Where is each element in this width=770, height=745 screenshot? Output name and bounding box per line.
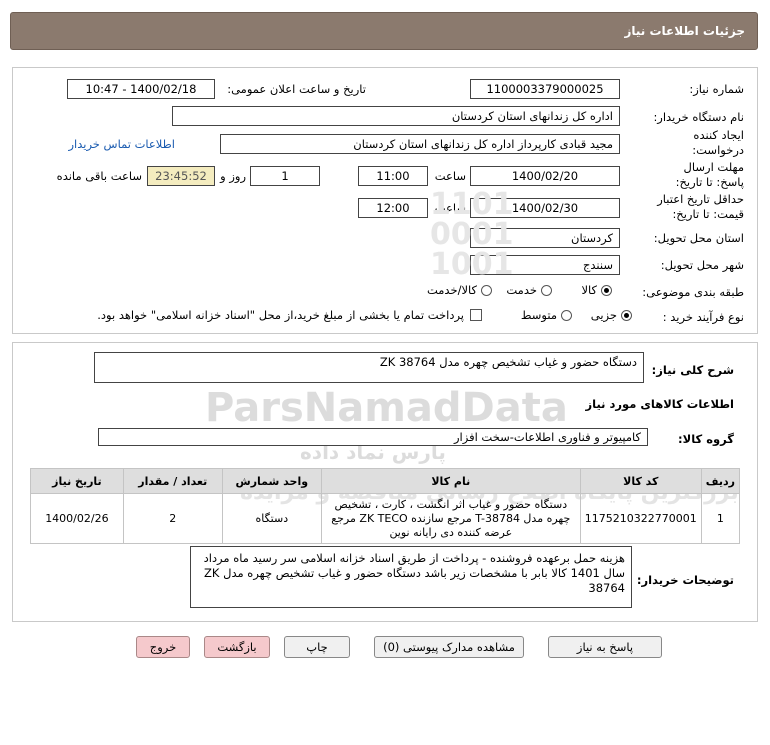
category-option-service: خدمت — [506, 283, 537, 297]
price-validity-label: حداقل تاریخ اعتبار قیمت: تا تاریخ: — [657, 192, 744, 221]
print-button[interactable]: چاپ — [284, 636, 350, 658]
category-radio-service[interactable] — [541, 285, 552, 296]
table-header-row: ردیف کد کالا نام کالا واحد شمارش تعداد /… — [30, 468, 741, 494]
goods-group-label: گروه کالا: — [678, 432, 734, 446]
col-unit-header: واحد شمارش — [221, 468, 322, 494]
treasury-payment-checkbox[interactable] — [470, 309, 482, 321]
price-validity-time-field: 12:00 — [358, 198, 428, 218]
deadline-time-field: 11:00 — [358, 166, 428, 186]
days-label: روز و — [220, 169, 246, 183]
buyer-notes-field: هزینه حمل برعهده فروشنده - پرداخت از طری… — [190, 546, 632, 608]
price-validity-date-field: 1400/02/30 — [470, 198, 620, 218]
page-header: جزئیات اطلاعات نیاز — [10, 12, 758, 50]
buyer-org-field: اداره کل زندانهای استان کردستان — [172, 106, 620, 126]
deadline-label: مهلت ارسال پاسخ: تا تاریخ: — [675, 160, 744, 189]
back-button[interactable]: بازگشت — [204, 636, 270, 658]
reply-button[interactable]: پاسخ به نیاز — [548, 636, 662, 658]
creator-field: مجید قبادی کارپرداز اداره کل زندانهای اس… — [220, 134, 620, 154]
exit-button[interactable]: خروج — [136, 636, 190, 658]
remaining-time-field: 23:45:52 — [147, 166, 215, 186]
summary-field: دستگاه حضور و غیاب تشخیص چهره مدل ZK 387… — [94, 352, 644, 383]
delivery-city-field: سنندج — [470, 255, 620, 275]
purchase-option-minor: جزیی — [590, 308, 617, 322]
category-radio-goods[interactable] — [601, 285, 612, 296]
row-unit: دستگاه — [221, 493, 322, 544]
purchase-type-label: نوع فرآیند خرید : — [662, 310, 744, 324]
col-name-header: نام کالا — [320, 468, 581, 494]
table-row: 1 1175210322770001 دستگاه حضور و غیاب اث… — [30, 493, 741, 544]
goods-group-field: کامپیوتر و فناوری اطلاعات-سخت افزار — [98, 428, 648, 446]
col-qty-header: تعداد / مقدار — [122, 468, 223, 494]
announce-date-field: 1400/02/18 - 10:47 — [67, 79, 215, 99]
goods-info-heading: اطلاعات کالاهای مورد نیاز — [585, 397, 734, 411]
summary-label: شرح کلی نیاز: — [651, 363, 734, 377]
delivery-province-label: استان محل تحویل: — [653, 231, 744, 245]
row-qty: 2 — [122, 493, 223, 544]
goods-table: ردیف کد کالا نام کالا واحد شمارش تعداد /… — [30, 468, 741, 544]
category-option-goods-service: کالا/خدمت — [426, 283, 477, 297]
delivery-city-label: شهر محل تحویل: — [660, 258, 744, 272]
col-code-header: کد کالا — [579, 468, 702, 494]
purchase-option-medium: متوسط — [520, 308, 557, 322]
remaining-time-label: ساعت باقی مانده — [56, 169, 142, 183]
row-code: 1175210322770001 — [579, 493, 702, 544]
treasury-payment-note: پرداخت تمام یا بخشی از مبلغ خرید،از محل … — [97, 308, 464, 322]
days-field: 1 — [250, 166, 320, 186]
category-label: طبقه بندی موضوعی: — [642, 285, 744, 299]
col-index-header: ردیف — [700, 468, 741, 494]
row-date: 1400/02/26 — [30, 493, 124, 544]
buyer-contact-link[interactable]: اطلاعات تماس خریدار — [68, 137, 175, 151]
category-radio-goods-service[interactable] — [481, 285, 492, 296]
creator-label: ایجاد کننده درخواست: — [692, 128, 744, 157]
price-validity-time-label: ساعت — [434, 201, 466, 215]
purchase-radio-minor[interactable] — [621, 310, 632, 321]
row-name: دستگاه حضور و غیاب اثر انگشت ، کارت ، تش… — [320, 493, 581, 544]
buyer-notes-label: توضیحات خریدار: — [636, 573, 734, 587]
need-number-label: شماره نیاز: — [689, 82, 744, 96]
announce-date-label: تاریخ و ساعت اعلان عمومی: — [227, 82, 366, 96]
deadline-date-field: 1400/02/20 — [470, 166, 620, 186]
need-number-field: 1100003379000025 — [470, 79, 620, 99]
delivery-province-field: کردستان — [470, 228, 620, 248]
category-option-goods: کالا — [581, 283, 597, 297]
buyer-org-label: نام دستگاه خریدار: — [653, 110, 744, 124]
page-title: جزئیات اطلاعات نیاز — [624, 24, 745, 38]
purchase-radio-medium[interactable] — [561, 310, 572, 321]
view-attachments-button[interactable]: مشاهده مدارک پیوستی (0) — [374, 636, 524, 658]
deadline-time-label: ساعت — [434, 169, 466, 183]
row-index: 1 — [700, 493, 741, 544]
col-date-header: تاریخ نیاز — [30, 468, 124, 494]
